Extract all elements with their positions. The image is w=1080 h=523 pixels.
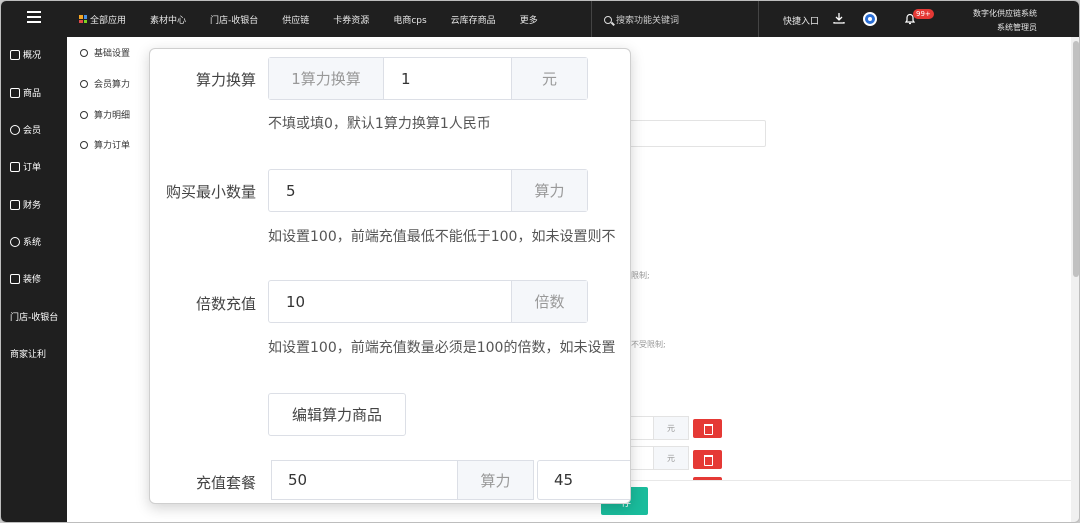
top-nav-more[interactable]: 更多 [520,13,538,26]
delete-package-button[interactable] [693,450,722,469]
multiple-input[interactable]: 10 [269,281,511,322]
top-nav-all-apps[interactable]: 全部应用 [79,13,126,26]
sidebar-item-orders[interactable]: 订单 [10,160,41,173]
top-bar: 全部应用 素材中心 门店-收银台 供应链 卡券资源 电商cps 云库存商品 更多… [1,1,1079,37]
gear-icon [10,236,20,247]
circle-icon [80,48,88,57]
circle-icon [80,79,88,88]
conversion-hint: 不填或填0，默认1算力换算1人民币 [268,116,491,132]
sidebar-item-finance[interactable]: 财务 [10,198,41,211]
monitor-icon[interactable] [863,12,877,26]
cart-icon [10,161,20,172]
min-purchase-hint: 如设置100，前端充值最低不能低于100，如未设置则不 [268,229,616,245]
search-icon [604,15,612,24]
top-nav: 全部应用 素材中心 门店-收银台 供应链 卡券资源 电商cps 云库存商品 更多 [79,1,562,37]
download-icon[interactable] [833,12,845,24]
conversion-suffix: 元 [511,58,587,99]
background-hint: 限制; [631,271,650,280]
min-purchase-label: 购买最小数量 [165,183,256,201]
conversion-prefix: 1算力换算 [269,58,384,99]
account-menu[interactable]: 数字化供应链系统 系统管理员 [973,7,1037,35]
sidebar-item-members[interactable]: 会员 [10,123,41,136]
delete-package-button[interactable] [693,419,722,438]
min-purchase-suffix: 算力 [511,170,587,211]
package-row-unit: 元 [653,416,689,440]
subnav-item-basic-settings[interactable]: 基础设置 [80,46,130,59]
top-nav-store-pos[interactable]: 门店-收银台 [210,13,258,26]
top-nav-cloud-stock[interactable]: 云库存商品 [451,13,496,26]
search-input[interactable]: 搜索功能关键词 [604,13,679,26]
top-nav-coupons[interactable]: 卡券资源 [333,13,369,26]
brush-icon [10,273,20,284]
notification-badge: 99+ [913,9,934,19]
edit-power-goods-button[interactable]: 编辑算力商品 [268,393,406,436]
conversion-input-group: 1算力换算 1 元 [268,57,588,100]
background-hint: 不受限制; [631,340,666,349]
apps-grid-icon [79,15,87,23]
sidebar-item-goods[interactable]: 商品 [10,86,41,99]
package-row-cell[interactable] [629,446,653,470]
package-label: 充值套餐 [195,474,256,492]
user-role: 系统管理员 [997,23,1037,32]
user-icon [10,124,20,135]
subnav-item-power-details[interactable]: 算力明细 [80,108,130,121]
goods-icon [10,87,20,98]
top-nav-ecommerce-cps[interactable]: 电商cps [393,13,426,26]
menu-icon[interactable] [27,11,41,23]
multiple-label: 倍数充值 [195,295,256,313]
multiple-hint: 如设置100，前端充值数量必须是100的倍数，如未设置 [268,340,616,356]
app-window: 全部应用 素材中心 门店-收银台 供应链 卡券资源 电商cps 云库存商品 更多… [0,0,1080,523]
package-row-unit: 元 [653,446,689,470]
conversion-input[interactable]: 1 [384,58,511,99]
scrollbar-thumb[interactable] [1073,41,1079,277]
quick-entry-link[interactable]: 快捷入口 [783,14,819,27]
sidebar-item-system[interactable]: 系统 [10,235,41,248]
multiple-suffix: 倍数 [511,281,587,322]
package-price-input[interactable]: 45 [537,460,630,500]
subnav-item-member-power[interactable]: 会员算力 [80,77,130,90]
divider [591,1,592,37]
top-nav-materials[interactable]: 素材中心 [150,13,186,26]
system-name: 数字化供应链系统 [973,9,1037,18]
package-amount-input[interactable]: 50 [271,460,458,500]
background-input[interactable] [629,120,766,147]
circle-icon [80,140,88,149]
package-row-cell[interactable] [629,416,653,440]
scrollbar[interactable] [1071,37,1079,522]
sidebar-item-merchant-discount[interactable]: 商家让利 [10,347,46,360]
multiple-input-group: 10 倍数 [268,280,588,323]
min-purchase-input-group: 5 算力 [268,169,588,212]
conversion-label: 算力换算 [195,71,256,89]
package-amount-unit: 算力 [458,460,534,500]
subnav-item-power-orders[interactable]: 算力订单 [80,138,130,151]
finance-icon [10,199,20,210]
sidebar-item-store-pos[interactable]: 门店-收银台 [10,310,58,323]
settings-panel: 算力换算 1算力换算 1 元 不填或填0，默认1算力换算1人民币 购买最小数量 … [149,48,631,504]
sidebar-item-overview[interactable]: 概况 [10,48,41,61]
top-nav-supply-chain[interactable]: 供应链 [282,13,309,26]
chart-icon [10,49,20,60]
circle-icon [80,110,88,119]
sidebar: 概况 商品 会员 订单 财务 系统 装修 门店-收银台 商家让利 [1,37,67,522]
sidebar-item-decoration[interactable]: 装修 [10,272,41,285]
min-purchase-input[interactable]: 5 [269,170,511,211]
divider [758,1,759,37]
